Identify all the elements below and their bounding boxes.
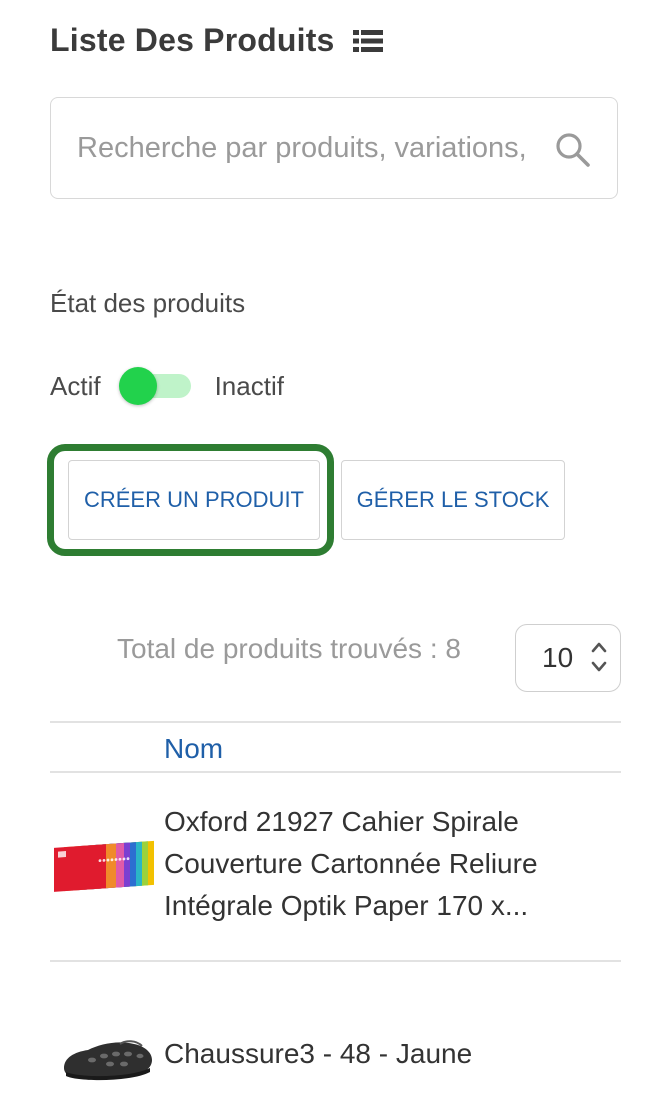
product-name[interactable]: Oxford 21927 Cahier Spirale Couverture C…	[164, 801, 538, 927]
per-page-value: 10	[542, 642, 574, 673]
page-title: Liste Des Produits	[50, 22, 335, 58]
product-name-line: Intégrale Optik Paper 170 x...	[164, 890, 529, 921]
notebooks-image	[52, 838, 164, 901]
row-divider	[50, 960, 621, 962]
spinner-arrows-icon[interactable]	[590, 639, 608, 675]
toggle-knob[interactable]	[118, 367, 157, 405]
search-box	[50, 97, 618, 199]
inactive-label: Inactif	[214, 370, 284, 401]
manage-stock-button[interactable]: GÉRER LE STOCK	[341, 460, 565, 540]
search-icon[interactable]	[555, 132, 591, 168]
shoe-image	[60, 1034, 156, 1087]
product-name-line: Chaussure3 - 48 - Jaune	[164, 1038, 473, 1069]
list-icon[interactable]	[352, 29, 383, 53]
total-products-count: Total de produits trouvés : 8	[117, 633, 461, 664]
product-list-page: Liste Des Produits État des produits Act…	[0, 0, 668, 1108]
table-top-divider	[50, 721, 621, 723]
product-name-line: Oxford 21927 Cahier Spirale	[164, 806, 519, 837]
create-product-button[interactable]: CRÉER UN PRODUIT	[68, 460, 320, 540]
active-label: Actif	[50, 370, 101, 401]
per-page-select[interactable]: 10	[515, 624, 621, 692]
search-input[interactable]	[77, 131, 545, 165]
product-name-line: Couverture Cartonnée Reliure	[164, 848, 538, 879]
status-toggle-row: Actif Inactif	[50, 367, 284, 405]
header-divider	[50, 771, 621, 773]
header: Liste Des Produits	[50, 22, 383, 59]
product-name[interactable]: Chaussure3 - 48 - Jaune	[164, 1033, 472, 1075]
column-header-name[interactable]: Nom	[164, 733, 223, 765]
status-toggle[interactable]	[118, 367, 193, 405]
status-filter-label: État des produits	[50, 288, 246, 318]
